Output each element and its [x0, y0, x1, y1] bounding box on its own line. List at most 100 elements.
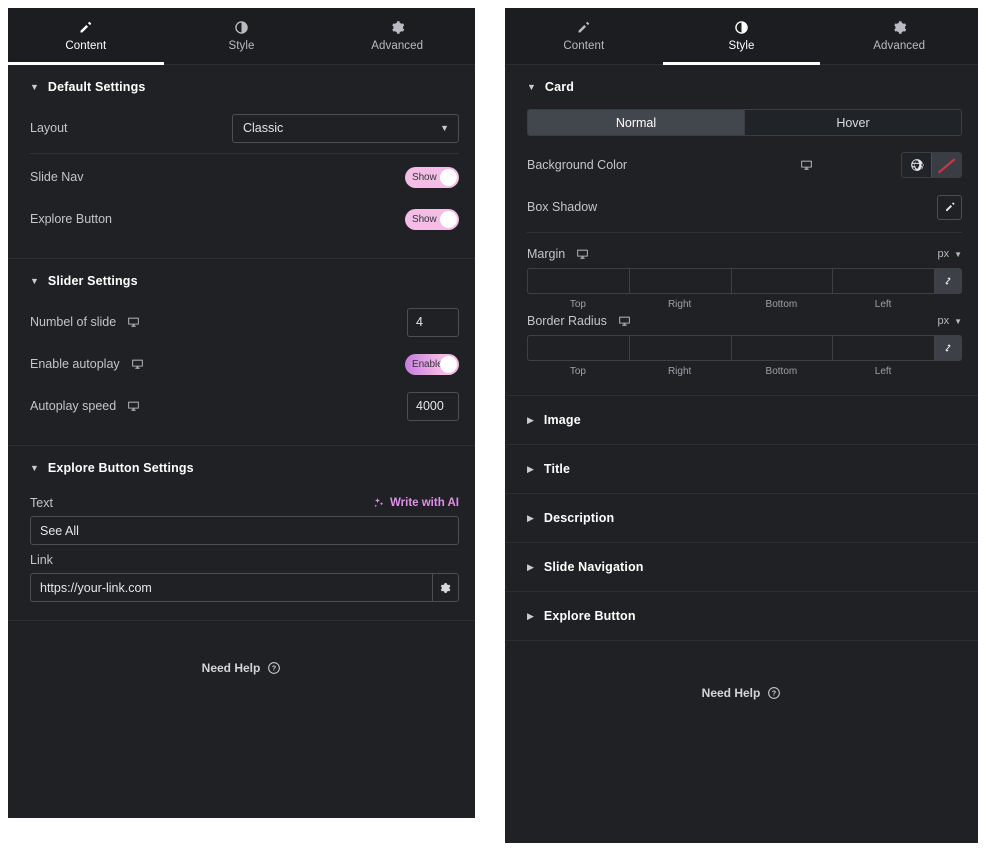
- margin-caption-top: Top: [569, 299, 586, 310]
- globe-icon[interactable]: [902, 153, 931, 177]
- section-title-title: Title: [543, 462, 571, 476]
- autoplay-speed-input[interactable]: [407, 391, 459, 421]
- background-color-swatch[interactable]: [931, 153, 961, 177]
- row-autoplay-speed: Autoplay speed: [30, 385, 459, 427]
- border-radius-unit-selector[interactable]: px ▼: [937, 315, 962, 327]
- desktop-icon[interactable]: [127, 316, 140, 329]
- explore-button-label: Explore Button: [30, 212, 112, 226]
- svg-text:?: ?: [772, 691, 776, 698]
- enable-autoplay-label: Enable autoplay: [30, 357, 120, 371]
- slide-nav-toggle[interactable]: Show: [405, 166, 459, 188]
- border-radius-top-cell: [527, 335, 629, 361]
- enable-autoplay-toggle-label: Enable: [412, 358, 443, 370]
- left-need-help-wrap: Need Help ?: [8, 621, 475, 675]
- number-of-slide-label: Numbel of slide: [30, 315, 117, 329]
- need-help-left[interactable]: Need Help ?: [8, 661, 475, 675]
- layout-select[interactable]: Classic ▼: [232, 113, 459, 143]
- margin-bottom-input[interactable]: [730, 268, 833, 294]
- tab-style[interactable]: Style: [662, 8, 821, 65]
- section-image-header[interactable]: ▶ Image: [505, 396, 978, 444]
- border-radius-captions: Top Right Bottom Left: [527, 361, 962, 377]
- toggle-knob: [440, 210, 457, 228]
- section-image: ▶ Image: [505, 396, 978, 445]
- layout-select-value: Classic: [243, 121, 284, 135]
- tab-content[interactable]: Content: [8, 8, 164, 65]
- section-title-header[interactable]: ▶ Title: [505, 445, 978, 493]
- pencil-icon: [576, 20, 591, 35]
- margin-captions: Top Right Bottom Left: [527, 294, 962, 310]
- section-description-header[interactable]: ▶ Description: [505, 494, 978, 542]
- desktop-icon[interactable]: [127, 400, 140, 413]
- section-card-body: Normal Hover Background Color Box Shadow…: [505, 109, 978, 395]
- margin-caption-left: Left: [874, 299, 892, 310]
- section-description: ▶ Description: [505, 494, 978, 543]
- tab-style[interactable]: Style: [164, 8, 320, 64]
- left-panel-tabbar: Content Style Advanced: [8, 8, 475, 65]
- border-radius-link-values-icon[interactable]: [934, 335, 962, 361]
- need-help-right[interactable]: Need Help ?: [505, 686, 978, 700]
- question-mark-icon: ?: [267, 661, 281, 675]
- section-card: ▼ Card Normal Hover Background Color Box…: [505, 65, 978, 396]
- section-explore-button-header[interactable]: ▶ Explore Button: [505, 592, 978, 640]
- write-with-ai-button[interactable]: Write with AI: [373, 497, 459, 509]
- desktop-icon[interactable]: [576, 248, 589, 261]
- margin-link-values-icon[interactable]: [934, 268, 962, 294]
- margin-left-input[interactable]: [832, 268, 934, 294]
- explore-button-toggle[interactable]: Show: [405, 208, 459, 230]
- box-shadow-edit-pencil-icon[interactable]: [937, 194, 962, 220]
- section-description-title: Description: [543, 511, 615, 525]
- border-radius-bottom-input[interactable]: [730, 335, 833, 361]
- margin-top-cell: [527, 268, 629, 294]
- border-radius-bottom-cell: [730, 335, 833, 361]
- margin-right-input[interactable]: [628, 268, 731, 294]
- card-state-hover[interactable]: Hover: [744, 110, 961, 135]
- tab-style-label: Style: [228, 40, 255, 52]
- margin-right-cell: [628, 268, 731, 294]
- desktop-icon[interactable]: [131, 358, 144, 371]
- link-field-wrap: [30, 573, 459, 602]
- toggle-knob: [440, 168, 457, 186]
- border-radius-inputs: [527, 335, 962, 361]
- section-slide-navigation: ▶ Slide Navigation: [505, 543, 978, 592]
- explore-button-text-input[interactable]: [30, 516, 459, 545]
- autoplay-speed-label: Autoplay speed: [30, 399, 117, 413]
- tab-content[interactable]: Content: [505, 8, 663, 64]
- section-explore-button-title: Explore Button: [543, 609, 636, 623]
- desktop-icon[interactable]: [618, 315, 631, 328]
- margin-caption-right: Right: [667, 299, 692, 310]
- section-default-settings-body: Layout Classic ▼ Slide Nav Show Explore: [8, 107, 475, 258]
- tab-content-label: Content: [65, 40, 107, 52]
- tab-advanced[interactable]: Advanced: [820, 8, 978, 64]
- row-box-shadow: Box Shadow: [527, 186, 962, 228]
- card-state-normal[interactable]: Normal: [528, 110, 744, 135]
- tab-advanced[interactable]: Advanced: [319, 8, 475, 64]
- link-field-label: Link: [30, 553, 53, 567]
- section-default-settings-header[interactable]: ▼ Default Settings: [8, 65, 475, 107]
- desktop-icon[interactable]: [800, 159, 813, 172]
- margin-unit-selector[interactable]: px ▼: [937, 248, 962, 260]
- number-of-slide-input[interactable]: [407, 307, 459, 337]
- row-background-color: Background Color: [527, 144, 962, 186]
- chevron-down-icon: ▼: [440, 123, 449, 133]
- explore-button-link-input[interactable]: [30, 573, 432, 602]
- chevron-right-icon: ▶: [527, 512, 534, 523]
- background-color-control: [901, 152, 962, 178]
- tab-advanced-label: Advanced: [873, 40, 926, 52]
- link-options-gear-icon[interactable]: [431, 573, 459, 602]
- link-field-header: Link: [30, 545, 459, 573]
- section-slider-settings-header[interactable]: ▼ Slider Settings: [8, 259, 475, 301]
- border-radius-top-input[interactable]: [527, 335, 629, 361]
- card-state-segmented-control: Normal Hover: [527, 109, 962, 136]
- border-radius-left-input[interactable]: [832, 335, 934, 361]
- border-radius-right-input[interactable]: [628, 335, 731, 361]
- chevron-down-icon: ▼: [30, 275, 39, 286]
- margin-header: Margin px ▼: [527, 235, 962, 268]
- tab-advanced-label: Advanced: [371, 40, 424, 52]
- section-explore-button-settings-title: Explore Button Settings: [47, 461, 194, 475]
- margin-top-input[interactable]: [527, 268, 629, 294]
- enable-autoplay-toggle[interactable]: Enable: [405, 353, 459, 375]
- margin-label: Margin: [527, 247, 566, 261]
- section-slide-navigation-header[interactable]: ▶ Slide Navigation: [505, 543, 978, 591]
- section-explore-button-settings-header[interactable]: ▼ Explore Button Settings: [8, 446, 475, 488]
- section-card-header[interactable]: ▼ Card: [505, 65, 978, 107]
